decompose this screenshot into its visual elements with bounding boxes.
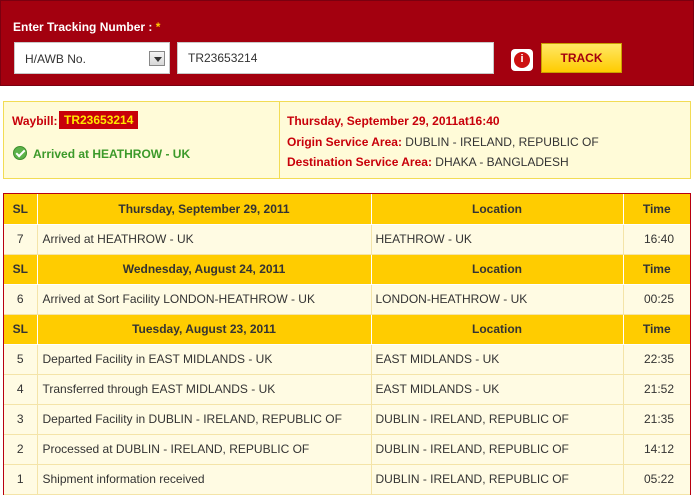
row-sl: 5 [4,344,38,375]
row-time: 21:35 [623,404,690,435]
time-header: Time [623,194,690,225]
events-table: SL Thursday, September 29, 2011 Location… [4,194,690,495]
row-event: Departed Facility in DUBLIN - IRELAND, R… [37,404,372,435]
last-update-datetime: Thursday, September 29, 2011at16:40 [287,114,500,128]
row-location: LONDON-HEATHROW - UK [371,284,624,315]
row-location: EAST MIDLANDS - UK [371,344,624,375]
tracking-type-value: H/AWB No. [25,52,86,66]
origin-service-area: Origin Service Area: DUBLIN - IRELAND, R… [287,135,599,149]
destination-label: Destination Service Area: [287,155,432,169]
row-location: DUBLIN - IRELAND, REPUBLIC OF [371,464,624,495]
tracking-number-input[interactable] [177,42,494,74]
summary-divider [279,102,280,178]
location-header: Location [371,314,624,345]
table-row: 3 Departed Facility in DUBLIN - IRELAND,… [4,404,690,435]
location-header: Location [371,254,624,285]
row-sl: 3 [4,404,38,435]
destination-value: DHAKA - BANGLADESH [435,155,569,169]
info-icon-glyph: i [520,53,524,65]
tracking-type-select[interactable]: H/AWB No. [14,42,170,74]
row-sl: 6 [4,284,38,315]
date-header: Thursday, September 29, 2011 [37,194,372,225]
sl-header: SL [4,314,38,345]
table-row: 7 Arrived at HEATHROW - UK HEATHROW - UK… [4,224,690,255]
date-header-row: SL Wednesday, August 24, 2011 Location T… [4,254,690,285]
origin-value: DUBLIN - IRELAND, REPUBLIC OF [405,135,599,149]
shipment-status: Arrived at HEATHROW - UK [33,147,191,161]
row-location: EAST MIDLANDS - UK [371,374,624,405]
row-time: 16:40 [623,224,690,255]
track-button[interactable]: TRACK [541,43,622,73]
row-sl: 7 [4,224,38,255]
waybill-number-badge: TR23653214 [59,111,139,129]
table-row: 4 Transferred through EAST MIDLANDS - UK… [4,374,690,405]
time-header: Time [623,314,690,345]
row-time: 14:12 [623,434,690,465]
row-time: 00:25 [623,284,690,315]
row-time: 22:35 [623,344,690,375]
date-header-row: SL Tuesday, August 23, 2011 Location Tim… [4,314,690,345]
row-sl: 2 [4,434,38,465]
row-location: DUBLIN - IRELAND, REPUBLIC OF [371,434,624,465]
row-time: 21:52 [623,374,690,405]
row-location: HEATHROW - UK [371,224,624,255]
tracking-label-text: Enter Tracking Number : [13,20,153,34]
row-event: Transferred through EAST MIDLANDS - UK [37,374,372,405]
table-row: 2 Processed at DUBLIN - IRELAND, REPUBLI… [4,434,690,465]
date-header-row: SL Thursday, September 29, 2011 Location… [4,194,690,225]
required-marker: * [155,20,161,34]
tracking-events-table: SL Thursday, September 29, 2011 Location… [3,193,691,495]
location-header: Location [371,194,624,225]
row-event: Arrived at HEATHROW - UK [37,224,372,255]
chevron-down-icon[interactable] [149,51,165,66]
date-header: Tuesday, August 23, 2011 [37,314,372,345]
row-sl: 4 [4,374,38,405]
row-event: Processed at DUBLIN - IRELAND, REPUBLIC … [37,434,372,465]
check-circle-icon [13,146,27,160]
shipment-summary: Waybill: TR23653214 Arrived at HEATHROW … [3,101,691,179]
sl-header: SL [4,254,38,285]
table-row: 6 Arrived at Sort Facility LONDON-HEATHR… [4,284,690,315]
row-event: Departed Facility in EAST MIDLANDS - UK [37,344,372,375]
row-event: Arrived at Sort Facility LONDON-HEATHROW… [37,284,372,315]
table-row: 5 Departed Facility in EAST MIDLANDS - U… [4,344,690,375]
waybill-label: Waybill: [12,114,58,128]
row-location: DUBLIN - IRELAND, REPUBLIC OF [371,404,624,435]
row-time: 05:22 [623,464,690,495]
date-header: Wednesday, August 24, 2011 [37,254,372,285]
destination-service-area: Destination Service Area: DHAKA - BANGLA… [287,155,569,169]
row-sl: 1 [4,464,38,495]
time-header: Time [623,254,690,285]
origin-label: Origin Service Area: [287,135,402,149]
info-icon[interactable]: i [511,49,533,71]
table-row: 1 Shipment information received DUBLIN -… [4,464,690,495]
tracking-panel: Enter Tracking Number : * H/AWB No. i TR… [0,0,694,86]
sl-header: SL [4,194,38,225]
row-event: Shipment information received [37,464,372,495]
tracking-label: Enter Tracking Number : * [13,20,160,34]
